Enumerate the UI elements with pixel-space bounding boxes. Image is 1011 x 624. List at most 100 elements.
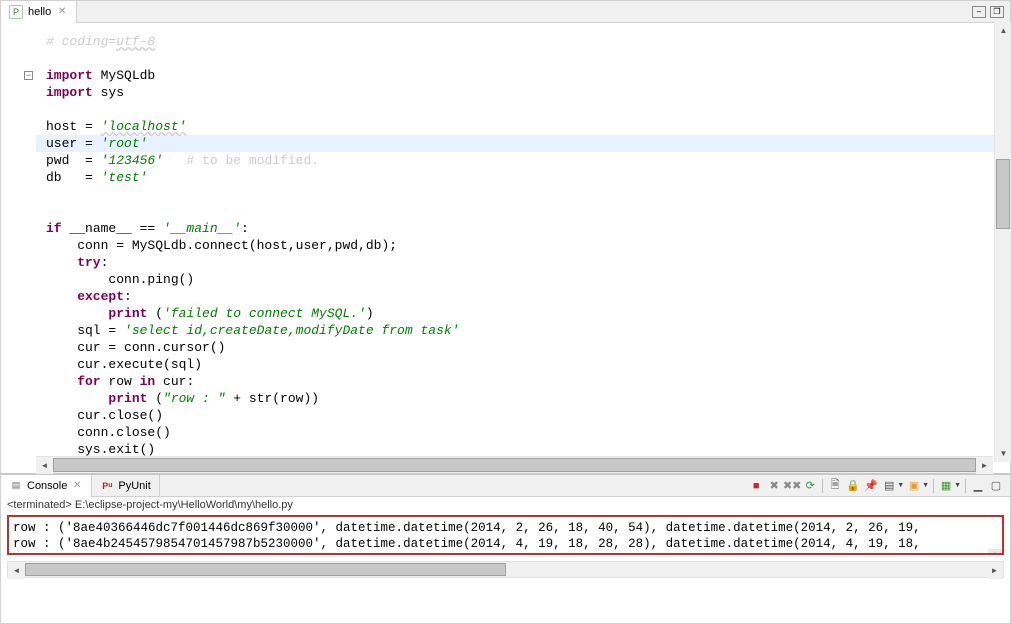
console-status: <terminated> E:\eclipse-project-my\Hello… [1,497,1010,513]
scroll-thumb[interactable] [25,563,506,576]
tab-label: PyUnit [118,480,150,492]
editor-container: − # coding=utf-8 import MySQLdb import s… [1,23,1010,473]
console-tab-bar: ▤ Console ✕ Pu PyUnit ■ ✖ ✖✖ ⟳ 🗎 🔒 📌 ▤ ▼… [1,475,1010,497]
code-text: : [101,255,109,270]
scroll-lock-button[interactable]: 🔒 [845,478,861,494]
separator [933,479,934,493]
code-text: row [101,374,140,389]
code-string: 'select id,createDate,modifyDate from ta… [124,323,459,338]
minimize-button[interactable]: ▁ [970,478,986,494]
code-keyword: in [140,374,156,389]
code-text: conn.close() [46,425,171,440]
minimize-button[interactable]: ‒ [972,6,986,18]
chevron-down-icon[interactable]: ▼ [897,482,904,489]
scroll-right-icon[interactable]: ► [976,457,993,474]
code-keyword: for [46,374,101,389]
code-content[interactable]: # coding=utf-8 import MySQLdb import sys… [36,23,1010,468]
code-text: db = [46,170,101,185]
editor-tab-label: hello [28,6,51,18]
scroll-track[interactable] [995,39,1011,445]
code-text: __name__ == [62,221,163,236]
code-text: host = [46,119,101,134]
code-string: "row : " [163,391,225,406]
code-keyword: print [46,391,147,406]
editor-vertical-scrollbar[interactable]: ▲ ▼ [994,22,1011,462]
editor-horizontal-scrollbar[interactable]: ◄ ► [36,456,993,473]
code-area[interactable]: # coding=utf-8 import MySQLdb import sys… [36,23,1010,473]
pyunit-icon: Pu [100,479,114,493]
console-panel: ▤ Console ✕ Pu PyUnit ■ ✖ ✖✖ ⟳ 🗎 🔒 📌 ▤ ▼… [1,473,1010,623]
code-text: conn = MySQLdb.connect(host,user,pwd,db)… [46,238,397,253]
editor-tab-bar: P hello ✕ ‒ ❐ [1,1,1010,23]
open-console-button[interactable]: ▣ [906,478,922,494]
code-text: MySQLdb [93,68,155,83]
console-row: row : ('8ae40366446dc7f001446dc869f30000… [13,521,921,535]
pin-console-button[interactable]: 📌 [863,478,879,494]
code-text: sys [93,85,124,100]
scroll-thumb[interactable] [996,159,1010,229]
tab-console[interactable]: ▤ Console ✕ [1,475,92,497]
chevron-down-icon[interactable]: ▼ [954,482,961,489]
code-string: '__main__' [163,221,241,236]
console-horizontal-scrollbar[interactable]: ◄ ► [7,561,1004,578]
code-keyword: try [46,255,101,270]
console-row: row : ('8ae4b2454579854701457987b5230000… [13,537,921,551]
tab-pyunit[interactable]: Pu PyUnit [92,475,159,497]
code-text: : [241,221,249,236]
code-text: cur: [155,374,194,389]
code-text: : [124,289,132,304]
remove-launch-button[interactable]: ✖ [766,478,782,494]
code-comment: # to be modified. [163,153,319,168]
close-icon[interactable]: ✕ [56,6,68,18]
console-toolbar: ■ ✖ ✖✖ ⟳ 🗎 🔒 📌 ▤ ▼ ▣ ▼ ▦ ▼ ▁ ▢ [748,478,1010,494]
code-text: # coding= [46,34,116,49]
code-keyword: if [46,221,62,236]
code-keyword: import [46,68,93,83]
code-text: utf-8 [116,34,155,49]
scroll-down-icon[interactable]: ▼ [995,445,1011,462]
show-console-button[interactable]: ▤ [881,478,897,494]
code-text: conn.ping() [46,272,194,287]
code-text: cur.close() [46,408,163,423]
console-output-vertical-scrollbar[interactable]: ▲ ▼ [988,517,1002,553]
remove-all-launches-button[interactable]: ✖✖ [784,478,800,494]
code-text: cur = conn.cursor() [46,340,225,355]
display-view-button[interactable]: ▦ [938,478,954,494]
chevron-down-icon[interactable]: ▼ [922,482,929,489]
code-string: 'test' [101,170,148,185]
maximize-button[interactable]: ▢ [988,478,1004,494]
relaunch-button[interactable]: ⟳ [802,478,818,494]
separator [822,479,823,493]
clear-console-button[interactable]: 🗎 [827,478,843,494]
separator [965,479,966,493]
scroll-up-icon[interactable]: ▲ [988,549,1002,555]
editor-window-buttons: ‒ ❐ [972,6,1004,18]
maximize-button[interactable]: ❐ [990,6,1004,18]
close-icon[interactable]: ✕ [71,480,83,492]
tab-label: Console [27,480,67,492]
terminate-button[interactable]: ■ [748,478,764,494]
code-text: ( [147,391,163,406]
scroll-left-icon[interactable]: ◄ [8,562,25,579]
code-string: '123456' [101,153,163,168]
code-string: 'localhost' [101,119,187,134]
python-file-icon: P [9,5,23,19]
scroll-up-icon[interactable]: ▲ [995,22,1011,39]
code-text: ( [147,306,163,321]
editor-tab-hello[interactable]: P hello ✕ [1,1,77,23]
console-output[interactable]: row : ('8ae40366446dc7f001446dc869f30000… [7,515,1004,555]
scroll-left-icon[interactable]: ◄ [36,457,53,474]
code-text: cur.execute(sql) [46,357,202,372]
console-icon: ▤ [9,479,23,493]
scroll-track[interactable] [25,562,986,577]
scroll-thumb[interactable] [53,458,976,472]
scroll-track[interactable] [53,457,976,473]
code-text: user = [46,136,101,151]
fold-toggle[interactable]: − [24,71,33,80]
code-text: pwd = [46,153,101,168]
gutter: − [1,23,36,473]
code-string: 'root' [101,136,148,151]
code-keyword: print [46,306,147,321]
scroll-right-icon[interactable]: ► [986,562,1003,579]
code-text: + str(row)) [225,391,319,406]
